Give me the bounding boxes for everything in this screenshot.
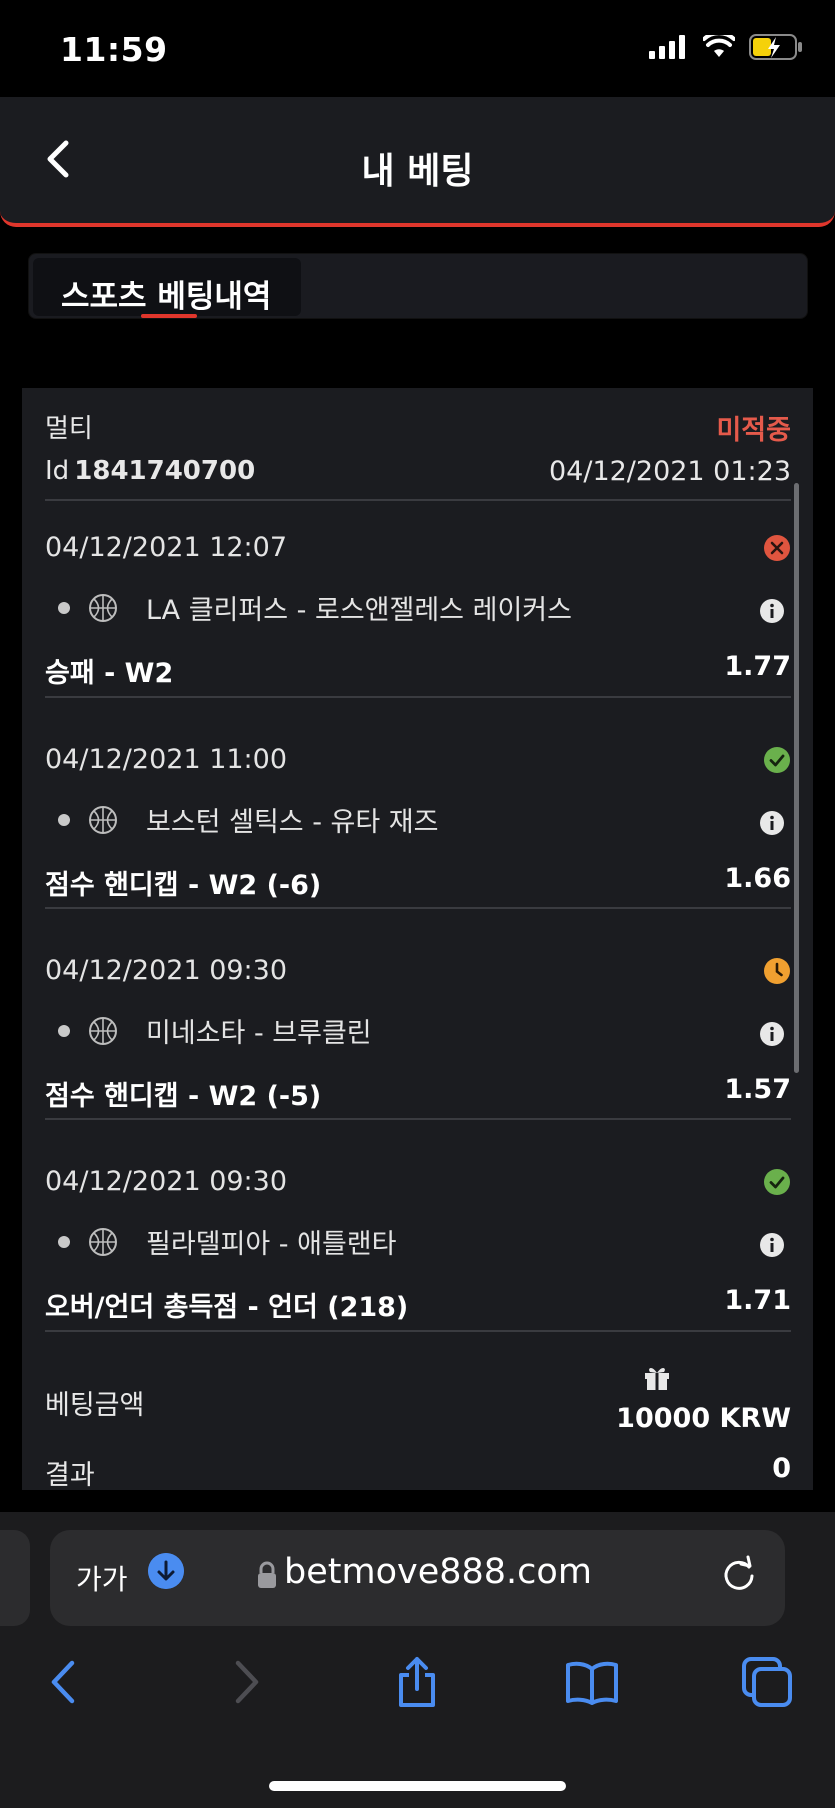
reload-icon[interactable]	[719, 1554, 759, 1594]
bet-id-prefix: Id	[45, 456, 70, 486]
bet-status-badge: 미적중	[716, 415, 791, 446]
bet-header-row: 멀티 미적중	[45, 408, 791, 446]
browser-back-icon[interactable]	[38, 1655, 92, 1709]
pending-clock-icon	[764, 958, 790, 984]
divider	[45, 499, 791, 501]
basketball-icon	[89, 805, 117, 834]
share-icon[interactable]	[390, 1655, 444, 1709]
result-value: 0	[772, 1453, 791, 1484]
tab-bar: 스포츠 베팅내역	[28, 253, 808, 319]
won-status-icon	[764, 1169, 790, 1195]
bet-id-row: Id 1841740700 04/12/2021 01:23	[45, 456, 791, 487]
tab-label: 스포츠 베팅내역	[61, 279, 272, 315]
bullet	[58, 1024, 70, 1037]
info-icon[interactable]	[759, 1232, 785, 1258]
info-icon[interactable]	[759, 810, 785, 836]
leg-odds: 1.71	[724, 1285, 791, 1316]
gift-icon	[645, 1367, 669, 1390]
leg-date: 04/12/2021 12:07	[45, 532, 288, 563]
battery-icon	[749, 34, 802, 60]
result-row: 결과 0	[45, 1453, 791, 1490]
leg-date: 04/12/2021 11:00	[45, 744, 288, 775]
bet-type: 멀티	[45, 414, 93, 444]
basketball-icon	[89, 1016, 117, 1045]
download-icon[interactable]	[148, 1553, 184, 1589]
divider	[45, 1118, 791, 1120]
stake-value: 10000 KRW	[616, 1403, 791, 1434]
leg-match-name: 미네소타 - 브루클린	[146, 1018, 372, 1049]
divider	[45, 907, 791, 909]
text-size-button[interactable]: 가가	[76, 1558, 128, 1598]
bullet	[58, 601, 70, 614]
won-status-icon	[764, 747, 790, 773]
bullet	[58, 1235, 70, 1248]
lock-icon	[258, 1561, 276, 1588]
leg-match-name: 필라델피아 - 애틀랜타	[146, 1229, 397, 1260]
leg-market: 점수 핸디캡 - W2 (-6)	[45, 870, 322, 901]
tabs-icon[interactable]	[740, 1655, 794, 1709]
home-indicator[interactable]	[269, 1781, 566, 1791]
scrollbar[interactable]	[794, 483, 799, 1073]
status-bar: 11:59	[0, 0, 835, 97]
bet-id-value: 1841740700	[74, 456, 256, 486]
bet-card: 멀티 미적중 Id 1841740700 04/12/2021 01:23 04…	[22, 388, 813, 1490]
leg-odds: 1.66	[724, 863, 791, 894]
leg-match-row: 필라델피아 - 애틀랜타	[58, 1222, 396, 1261]
signal-icon	[649, 35, 685, 59]
status-time: 11:59	[60, 30, 168, 69]
info-icon[interactable]	[759, 1021, 785, 1047]
divider	[45, 696, 791, 698]
tab-active-indicator	[141, 314, 197, 318]
bookmarks-icon[interactable]	[565, 1655, 619, 1709]
lost-status-icon	[764, 535, 790, 561]
info-icon[interactable]	[759, 598, 785, 624]
address-bar[interactable]: 가가 betmove888.com	[50, 1530, 785, 1626]
previous-tab-peek[interactable]	[0, 1530, 30, 1626]
leg-match-name: LA 클리퍼스 - 로스앤젤레스 레이커스	[146, 595, 572, 626]
page-title: 내 베팅	[361, 151, 474, 192]
browser-forward-icon[interactable]	[218, 1655, 272, 1709]
wifi-icon	[703, 35, 735, 57]
leg-odds: 1.77	[724, 651, 791, 682]
leg-market: 승패 - W2	[45, 658, 174, 689]
stake-label: 베팅금액	[45, 1390, 145, 1421]
leg-date: 04/12/2021 09:30	[45, 955, 288, 986]
leg-match-row: LA 클리퍼스 - 로스앤젤레스 레이커스	[58, 588, 572, 627]
result-label: 결과	[45, 1460, 95, 1490]
url-text[interactable]: betmove888.com	[284, 1552, 592, 1592]
leg-date: 04/12/2021 09:30	[45, 1166, 288, 1197]
leg-match-name: 보스턴 셀틱스 - 유타 재즈	[146, 807, 439, 838]
leg-match-row: 보스턴 셀틱스 - 유타 재즈	[58, 800, 438, 839]
leg-odds: 1.57	[724, 1074, 791, 1105]
bet-placed-at: 04/12/2021 01:23	[548, 456, 791, 487]
leg-match-row: 미네소타 - 브루클린	[58, 1011, 372, 1050]
app-header: 내 베팅	[0, 97, 835, 227]
leg-market: 오버/언더 총득점 - 언더 (218)	[45, 1292, 409, 1323]
basketball-icon	[89, 593, 117, 622]
tab-sports-bet-history[interactable]: 스포츠 베팅내역	[33, 258, 301, 318]
leg-market: 점수 핸디캡 - W2 (-5)	[45, 1081, 322, 1112]
bullet	[58, 813, 70, 826]
status-icons	[649, 34, 803, 60]
basketball-icon	[89, 1227, 117, 1256]
divider	[45, 1330, 791, 1332]
